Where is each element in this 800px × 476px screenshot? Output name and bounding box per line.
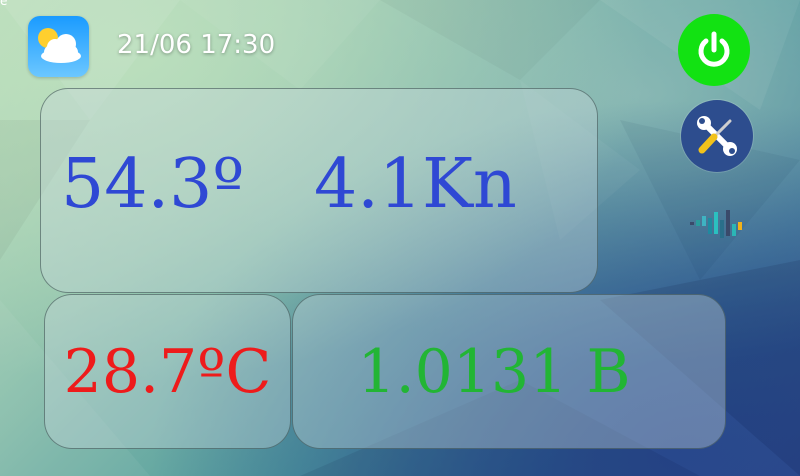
wind-speed-value: 4.1Kn	[314, 145, 517, 224]
tools-icon	[697, 116, 737, 156]
corner-glyph: e	[0, 0, 8, 8]
temperature-panel: 28.7ºC	[44, 294, 291, 449]
temperature-value: 28.7ºC	[63, 336, 272, 407]
chart-icon[interactable]	[688, 208, 746, 246]
pressure-panel: 1.0131 B	[292, 294, 726, 449]
power-icon	[698, 31, 730, 67]
heading-value: 54.3º	[61, 145, 245, 224]
weather-partly-cloudy-icon	[38, 28, 81, 63]
settings-button[interactable]	[681, 100, 753, 172]
navigation-panel: 54.3º 4.1Kn	[40, 88, 598, 293]
power-button[interactable]	[678, 14, 750, 86]
weather-app-button[interactable]	[28, 16, 89, 77]
pressure-value: 1.0131 B	[357, 336, 631, 407]
date-time-display: 21/06 17:30	[117, 30, 276, 60]
